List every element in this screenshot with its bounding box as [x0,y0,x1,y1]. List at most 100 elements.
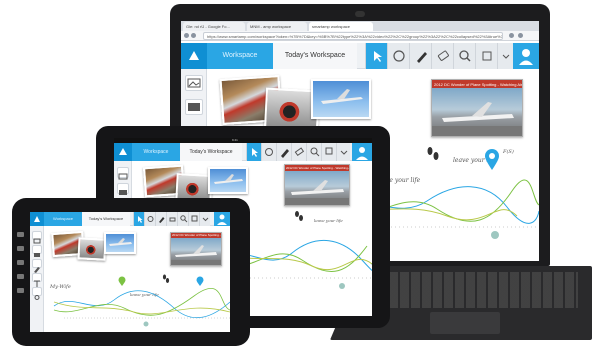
eraser-tool-button[interactable] [431,43,453,69]
hand-tool-button[interactable] [261,143,276,161]
zoom-tool-button[interactable] [177,212,188,226]
tab-workspace[interactable]: Workspace [132,143,180,161]
sidebar-image-button[interactable] [117,167,129,180]
layers-icon [325,147,333,155]
back-icon[interactable] [184,33,189,38]
tab-todays-workspace[interactable]: Today's Workspace [180,143,242,161]
dropdown-icon [502,54,510,59]
tablet-screen: Workspace Today's Workspace 2012 DC Wond… [30,212,230,332]
pen-icon [34,267,40,273]
sidebar-video-button[interactable] [185,99,203,115]
airplane-icon [214,174,243,184]
gear-icon [34,295,40,300]
app-logo[interactable] [114,143,132,161]
hand-tool-button[interactable] [144,212,155,226]
video-icon [188,103,200,111]
url-input[interactable]: https://www.smartamp.com/workspace?token… [203,32,503,40]
app-logo[interactable] [181,43,207,69]
image-icon [33,238,41,244]
layers-tool-button[interactable] [321,143,336,161]
sidebar-settings-button[interactable] [32,287,42,300]
user-icon [519,49,533,65]
zoom-tool-button[interactable] [453,43,475,69]
text-icon [34,280,40,287]
image-thumbnail-airplane[interactable] [104,232,136,254]
laptop-keyboard [378,272,578,308]
sidebar-pen-button[interactable] [32,259,42,273]
pen-tool-button[interactable] [409,43,431,69]
sidebar-image-button[interactable] [185,75,203,91]
forward-icon[interactable] [191,33,196,38]
airplane-icon [109,238,132,246]
select-icon [374,51,382,62]
avatar[interactable] [214,212,230,226]
browser-tab[interactable]: Gle: nd rÜ - Google Fo... [183,22,245,31]
layers-tool-button[interactable] [475,43,497,69]
hand-tool-button[interactable] [387,43,409,69]
menu-icon[interactable] [17,274,24,279]
app-toolbar: Workspace Today's Workspace [30,212,230,226]
image-thumbnail-motorcycle[interactable] [77,237,107,261]
tab-workspace[interactable]: Workspace [207,43,273,69]
search-icon[interactable] [17,288,24,293]
select-tool-button[interactable] [246,143,261,161]
video-frame [432,88,522,136]
eraser-tool-button[interactable] [166,212,177,226]
pin-label: F(S) [503,149,514,155]
video-icon [34,253,40,257]
volume-icon[interactable] [17,232,24,237]
sidebar-video-button[interactable] [32,245,42,257]
status-time: 9:41 [232,138,238,142]
logo-icon [34,216,40,222]
eraser-tool-button[interactable] [291,143,306,161]
home-icon[interactable] [17,246,24,251]
tablet-system-bar [12,208,29,336]
pen-tool-button[interactable] [276,143,291,161]
dropdown-button[interactable] [497,43,513,69]
menu-icon[interactable] [518,33,523,38]
star-icon[interactable] [509,33,514,38]
video-card[interactable]: 2012 DC Wonder of Plane Spotting - Watch… [431,79,523,137]
airplane-icon [285,180,349,205]
zoom-icon [459,50,471,62]
video-frame [171,238,221,265]
layers-tool-button[interactable] [188,212,199,226]
browser-tab[interactable]: MNM - amp workspace [247,22,307,31]
pen-icon [281,149,289,158]
pen-tool-button[interactable] [155,212,166,226]
image-icon [187,78,201,88]
video-card[interactable]: 2012 DC Wonder of Plane Spotting - Watch… [284,164,350,206]
tab-todays-workspace[interactable]: Today's Workspace [82,212,130,226]
select-tool-button[interactable] [133,212,144,226]
zoom-icon [310,147,320,157]
avatar[interactable] [352,143,372,161]
logo-icon [119,148,127,155]
video-frame [285,171,349,205]
app-logo[interactable] [30,212,44,226]
laptop-camera [355,11,365,17]
user-icon [217,214,227,225]
dropdown-button[interactable] [199,212,210,226]
select-tool-button[interactable] [365,43,387,69]
back-icon[interactable] [17,260,24,265]
browser-tab-active[interactable]: smartamp workspace [309,22,373,31]
image-thumbnail-airplane[interactable] [208,167,248,194]
image-icon [118,173,128,180]
dropdown-button[interactable] [336,143,350,161]
sidebar-text-button[interactable] [32,273,42,287]
avatar[interactable] [513,43,539,69]
zoom-tool-button[interactable] [306,143,321,161]
video-card[interactable]: 2012 DC Wonder of Plane Spotting - Watch… [170,232,222,266]
sidebar-video-button[interactable] [117,183,129,195]
logo-icon [189,51,199,60]
app-toolbar: Workspace Today's Workspace [114,143,372,161]
airplane-icon [171,245,221,265]
image-thumbnail-airplane[interactable] [311,79,371,119]
video-icon [119,190,127,195]
eraser-icon [294,147,305,157]
wave-drawing [53,288,230,327]
video-title: 2012 DC Wonder of Plane Spotting - Watch… [432,80,522,88]
tab-workspace[interactable]: Workspace [44,212,82,226]
tab-todays-workspace[interactable]: Today's Workspace [273,43,357,69]
sidebar-image-button[interactable] [32,231,42,244]
